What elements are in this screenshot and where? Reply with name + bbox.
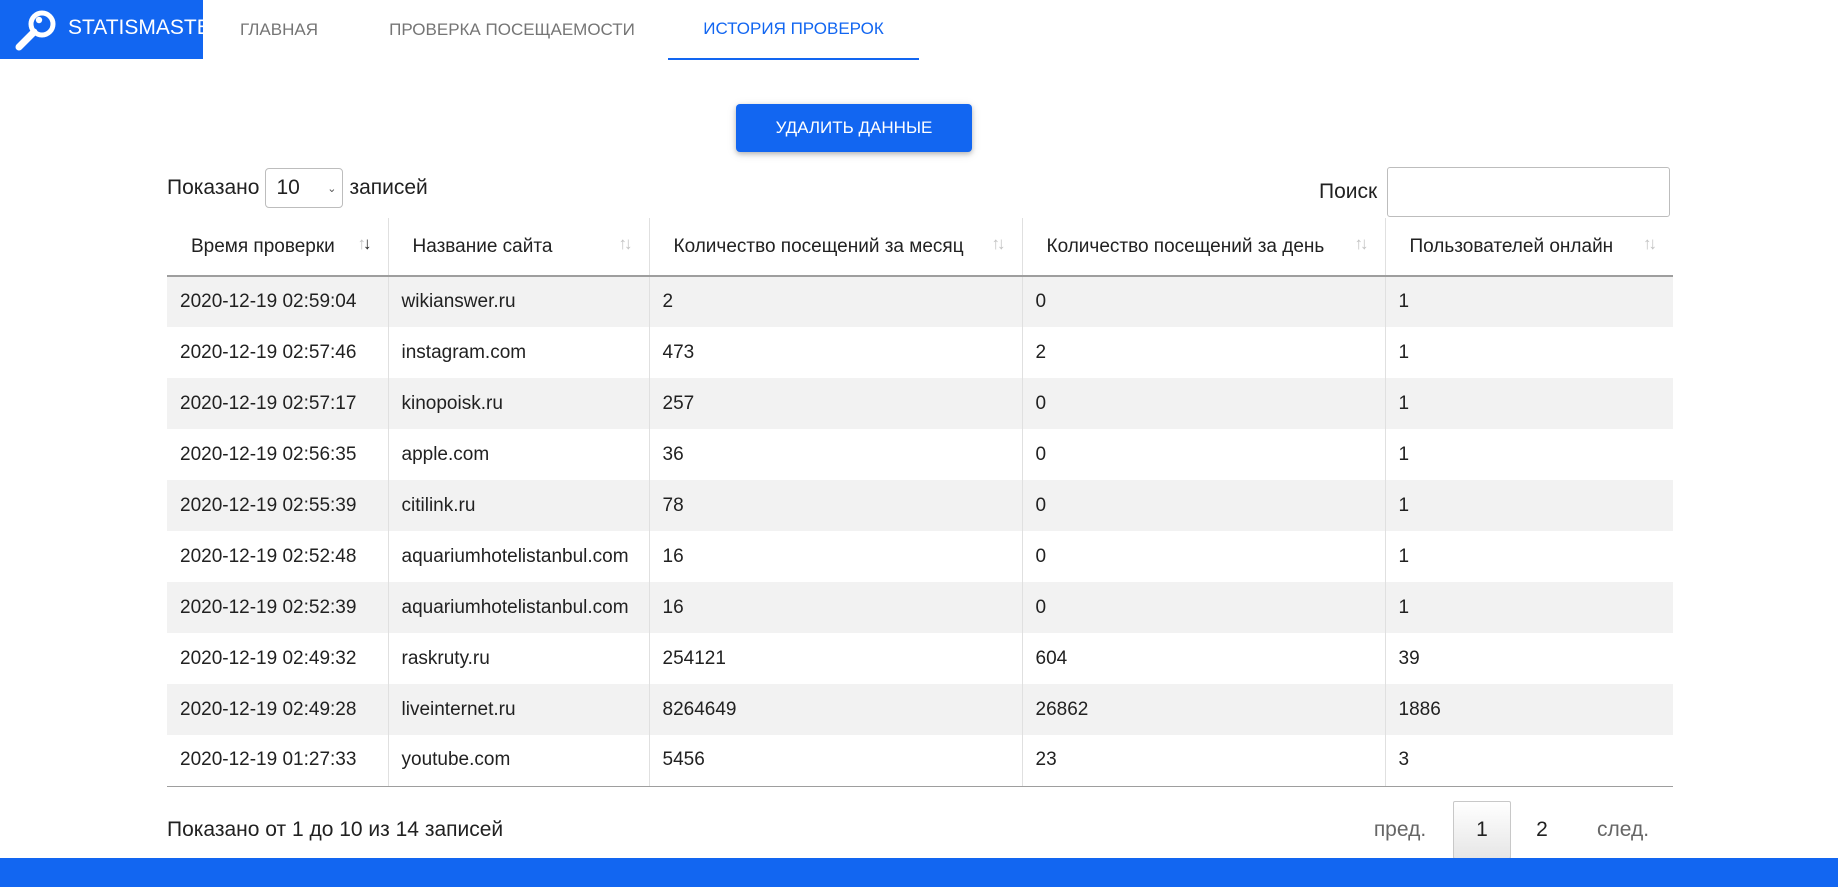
navbar: STATISMASTER ГЛАВНАЯ ПРОВЕРКА ПОСЕЩАЕМОС… [0, 0, 1838, 60]
cell-users-online: 3 [1384, 735, 1673, 787]
cell-visits-day: 604 [1021, 633, 1385, 684]
cell-users-online: 1 [1384, 582, 1673, 633]
chevron-down-icon: ⌄ [327, 183, 337, 195]
cell-users-online: 1886 [1384, 684, 1673, 735]
cell-check-time: 2020-12-19 02:59:04 [167, 276, 388, 327]
cell-check-time: 2020-12-19 02:57:46 [180, 341, 357, 363]
cell-site-name: apple.com [387, 429, 649, 480]
cell-visits-month: 16 [648, 582, 1022, 633]
cell-site-name: instagram.com [387, 327, 649, 378]
cell-visits-month: 8264649 [648, 684, 1022, 735]
pagination-next[interactable]: след. [1580, 801, 1666, 859]
table-row: 2020-12-19 02:59:04 wikianswer.ru 2 0 1 [167, 276, 1673, 327]
cell-site-name: raskruty.ru [387, 633, 649, 684]
cell-check-time: 2020-12-19 02:52:48 [180, 545, 357, 567]
table-row: 2020-12-19 02:52:48 aquariumhotelistanbu… [167, 531, 1673, 582]
footer-bar [0, 858, 1838, 887]
cell-visits-day: 23 [1021, 735, 1385, 787]
nav-check-traffic[interactable]: ПРОВЕРКА ПОСЕЩАЕМОСТИ [378, 0, 646, 60]
cell-visits-day: 26862 [1021, 684, 1385, 735]
table-row: 2020-12-19 02:57:17 kinopoisk.ru 257 0 1 [167, 378, 1673, 429]
search-input[interactable] [1387, 167, 1671, 217]
table-row: 2020-12-19 02:57:46 instagram.com 473 2 … [167, 327, 1673, 378]
cell-visits-day: 0 [1021, 378, 1385, 429]
search-label: Поиск [1319, 180, 1378, 203]
cell-users-online: 1 [1384, 276, 1673, 327]
table-row: 2020-12-19 02:55:39 citilink.ru 78 0 1 [167, 480, 1673, 531]
show-prefix-label: Показано [167, 176, 260, 199]
table-row: 2020-12-19 02:56:35 apple.com 36 0 1 [167, 429, 1673, 480]
brand-name: STATISMASTER [68, 16, 226, 39]
cell-visits-month: 36 [648, 429, 1022, 480]
history-table: Время проверки ↑↓ Название сайта ↑↓ Коли… [167, 218, 1673, 787]
cell-users-online: 1 [1384, 531, 1673, 582]
cell-site-name: liveinternet.ru [387, 684, 649, 735]
cell-visits-month: 473 [648, 327, 1022, 378]
page-length-control: Показано 10 ⌄ записей [167, 168, 428, 208]
cell-check-time: 2020-12-19 02:57:17 [167, 378, 388, 429]
cell-site-name: youtube.com [387, 735, 649, 787]
cell-visits-month: 78 [648, 480, 1022, 531]
cell-visits-month: 254121 [648, 633, 1022, 684]
cell-check-time: 2020-12-19 02:52:39 [167, 582, 388, 633]
search-control: Поиск [1319, 167, 1671, 217]
cell-visits-day: 0 [1021, 531, 1385, 582]
column-header-check-time[interactable]: Время проверки ↑↓ [167, 218, 388, 277]
column-header-site-name[interactable]: Название сайта ↑↓ [387, 218, 649, 277]
column-header-users-online[interactable]: Пользователей онлайн ↑↓ [1384, 218, 1673, 277]
pagination-prev[interactable]: пред. [1360, 801, 1440, 859]
cell-visits-day: 0 [1021, 276, 1385, 327]
brand-logo-link[interactable]: STATISMASTER [0, 0, 226, 59]
sort-desc-icon: ↑↓ [357, 234, 372, 253]
cell-check-time: 2020-12-19 02:56:35 [180, 443, 357, 465]
cell-check-time: 2020-12-19 01:27:33 [167, 735, 388, 787]
sort-icon: ↑↓ [1354, 234, 1369, 253]
cell-visits-day: 0 [1021, 480, 1385, 531]
cell-users-online: 1 [1384, 480, 1673, 531]
cell-site-name: wikianswer.ru [387, 276, 649, 327]
cell-visits-day: 0 [1021, 582, 1385, 633]
cell-visits-month: 257 [648, 378, 1022, 429]
table-row: 2020-12-19 02:49:32 raskruty.ru 254121 6… [167, 633, 1673, 684]
cell-visits-month: 5456 [648, 735, 1022, 787]
cell-check-time: 2020-12-19 02:49:28 [167, 684, 388, 735]
magnifier-icon [15, 10, 56, 51]
page-size-select[interactable]: 10 ⌄ [265, 168, 344, 208]
nav-check-history[interactable]: ИСТОРИЯ ПРОВЕРОК [668, 0, 919, 60]
cell-check-time: 2020-12-19 02:55:39 [167, 480, 388, 531]
pagination-page-1[interactable]: 1 [1453, 801, 1511, 859]
nav-home[interactable]: ГЛАВНАЯ [212, 0, 346, 60]
cell-visits-month: 2 [648, 276, 1022, 327]
sort-icon: ↑↓ [1643, 234, 1657, 253]
cell-site-name: kinopoisk.ru [387, 378, 649, 429]
show-suffix-label: записей [349, 176, 428, 199]
cell-site-name: citilink.ru [387, 480, 649, 531]
table-row: 2020-12-19 02:52:39 aquariumhotelistanbu… [167, 582, 1673, 633]
table-row: 2020-12-19 01:27:33 youtube.com 5456 23 … [167, 735, 1673, 787]
table-info: Показано от 1 до 10 из 14 записей [167, 818, 504, 841]
cell-visits-day: 0 [1021, 429, 1385, 480]
column-header-visits-month[interactable]: Количество посещений за месяц ↑↓ [648, 218, 1022, 277]
cell-check-time: 2020-12-19 02:49:32 [180, 647, 357, 669]
sort-icon: ↑↓ [991, 234, 1006, 253]
sort-icon: ↑↓ [618, 234, 633, 253]
cell-users-online: 39 [1384, 633, 1673, 684]
cell-visits-day: 2 [1021, 327, 1385, 378]
column-header-visits-day[interactable]: Количество посещений за день ↑↓ [1021, 218, 1385, 277]
delete-data-button[interactable]: УДАЛИТЬ ДАННЫЕ [736, 104, 972, 152]
cell-users-online: 1 [1384, 327, 1673, 378]
cell-site-name: aquariumhotelistanbul.com [387, 582, 649, 633]
table-row: 2020-12-19 02:49:28 liveinternet.ru 8264… [167, 684, 1673, 735]
cell-visits-month: 16 [648, 531, 1022, 582]
cell-users-online: 1 [1384, 429, 1673, 480]
cell-site-name: aquariumhotelistanbul.com [387, 531, 649, 582]
cell-users-online: 1 [1384, 378, 1673, 429]
page-size-value: 10 [276, 176, 300, 199]
table-header-row: Время проверки ↑↓ Название сайта ↑↓ Коли… [167, 218, 1673, 277]
pagination-page-2[interactable]: 2 [1513, 801, 1571, 859]
